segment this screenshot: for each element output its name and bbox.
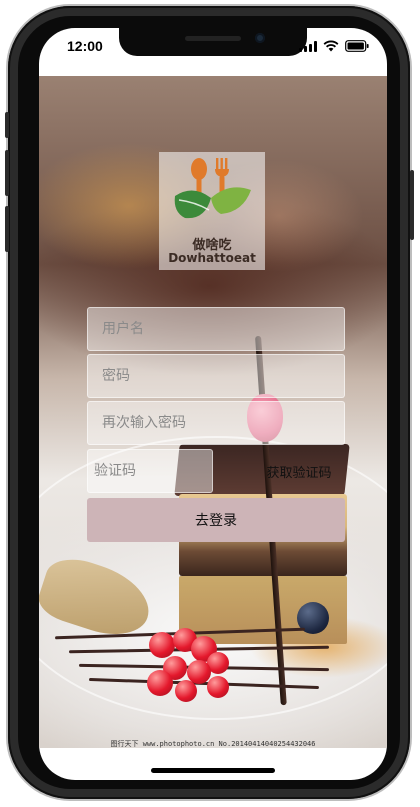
volume-down-button bbox=[5, 206, 9, 252]
status-icons bbox=[299, 40, 369, 52]
speaker-grille bbox=[185, 36, 241, 41]
username-input[interactable] bbox=[87, 307, 345, 351]
home-indicator[interactable] bbox=[151, 768, 275, 773]
currant-berry bbox=[207, 676, 229, 698]
wifi-icon bbox=[323, 40, 339, 52]
password-input[interactable] bbox=[87, 354, 345, 398]
front-camera bbox=[255, 33, 265, 43]
phone-screen: 12:00 做啥吃 Dowhattoeat 用户名 验证码 获取验证码 去登录 … bbox=[39, 28, 387, 780]
get-code-button[interactable]: 获取验证码 bbox=[255, 450, 343, 492]
notch bbox=[119, 28, 307, 56]
leaf-icon bbox=[174, 187, 251, 219]
signal-icon bbox=[299, 40, 317, 52]
currant-berry bbox=[175, 680, 197, 702]
image-watermark: 图行天下 www.photophoto.cn No.20140414040254… bbox=[110, 740, 316, 748]
app-logo: 做啥吃 Dowhattoeat bbox=[159, 152, 265, 270]
battery-icon bbox=[345, 40, 369, 52]
currant-berry bbox=[147, 670, 173, 696]
volume-up-button bbox=[5, 112, 9, 138]
logo-name-english: Dowhattoeat bbox=[168, 251, 256, 265]
go-login-button[interactable]: 去登录 bbox=[87, 498, 345, 542]
power-button bbox=[410, 170, 414, 240]
volume-up-button-2 bbox=[5, 150, 9, 196]
verification-code-input[interactable] bbox=[87, 449, 213, 493]
currant-berry bbox=[149, 632, 175, 658]
confirm-password-input[interactable] bbox=[87, 401, 345, 445]
spoon-fork-leaf-icon bbox=[174, 158, 251, 219]
status-time: 12:00 bbox=[67, 38, 103, 54]
